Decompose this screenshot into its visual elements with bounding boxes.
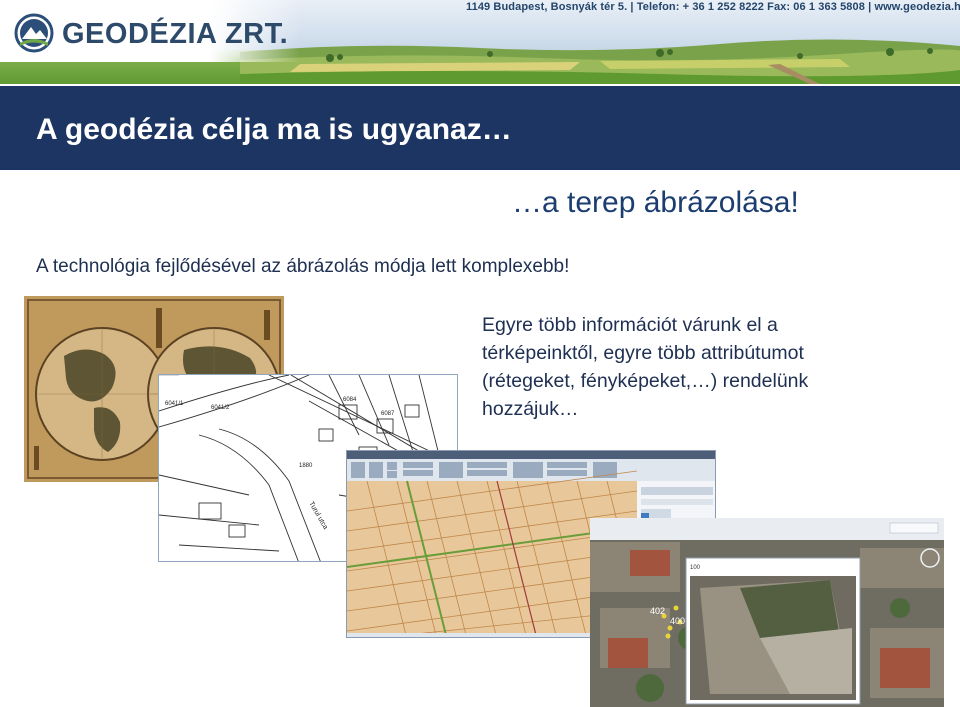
- photo-popup-title: 100: [690, 565, 701, 571]
- marker-label: 400: [670, 616, 685, 626]
- slide-title: A geodézia célja ma is ugyanaz…: [36, 113, 512, 146]
- parcel-label: 1880: [299, 463, 313, 469]
- aerial-photo-screenshot: 100 402 400: [590, 518, 944, 707]
- header-banner: GEODÉZIA ZRT. 1149 Budapest, Bosnyák tér…: [0, 0, 960, 84]
- parcel-label: 6084: [343, 397, 357, 403]
- intro-text: A technológia fejlődésével az ábrázolás …: [36, 256, 570, 277]
- detail-line: térképeinktől, egyre több attribútumot: [482, 342, 804, 364]
- detail-line: hozzájuk…: [482, 398, 579, 420]
- detail-line: Egyre több információt várunk el a: [482, 314, 778, 336]
- logo-text: GEODÉZIA ZRT.: [62, 18, 289, 50]
- parcel-label: 6087: [381, 411, 395, 417]
- tagline: …a terep ábrázolása!: [512, 186, 799, 219]
- landscape-image: [240, 39, 960, 84]
- parcel-label: 6041/1: [165, 401, 184, 407]
- detail-line: (rétegeket, fényképeket,…) rendelünk: [482, 370, 809, 392]
- geodezia-logo-icon: [14, 13, 54, 53]
- marker-label: 402: [650, 606, 665, 616]
- contact-info: 1149 Budapest, Bosnyák tér 5. | Telefon:…: [466, 1, 960, 13]
- parcel-label: 6041/2: [211, 405, 230, 411]
- detail-text: Egyre több információt várunk el a térké…: [482, 311, 882, 423]
